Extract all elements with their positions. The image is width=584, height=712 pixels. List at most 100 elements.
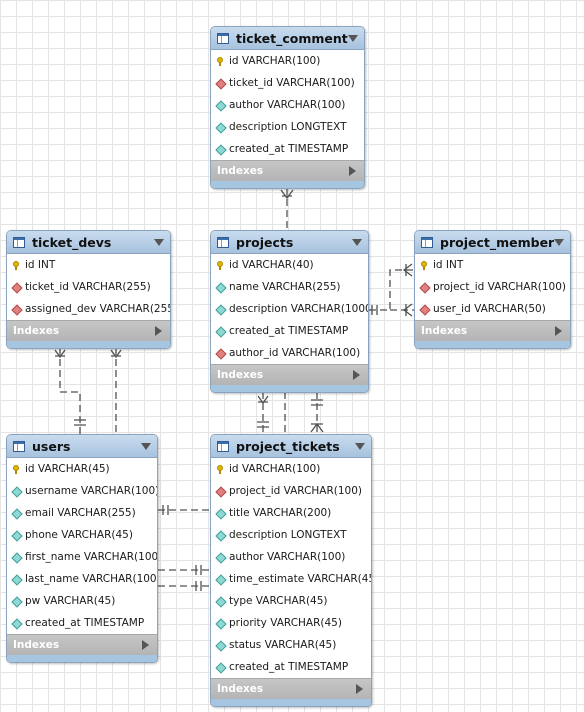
column-definition: username VARCHAR(100)	[25, 485, 158, 497]
table-users[interactable]: users id VARCHAR(45) username VARCHAR(100)…	[6, 434, 158, 663]
column-row[interactable]: project_id VARCHAR(100)	[211, 480, 371, 502]
indexes-label: Indexes	[13, 325, 60, 337]
table-footer-strip	[7, 341, 170, 348]
column-row[interactable]: type VARCHAR(45)	[211, 590, 371, 612]
indexes-section[interactable]: Indexes	[7, 320, 170, 341]
expand-arrow-icon[interactable]	[142, 640, 149, 650]
table-project-members[interactable]: project_membersid INT project_id VARCHAR(…	[414, 230, 571, 349]
table-header[interactable]: users	[7, 435, 157, 458]
indexes-section[interactable]: Indexes	[211, 678, 371, 699]
indexes-label: Indexes	[421, 325, 468, 337]
column-row[interactable]: created_at TIMESTAMP	[211, 656, 371, 678]
column-row[interactable]: user_id VARCHAR(50)	[415, 298, 570, 320]
table-name: project_tickets	[236, 438, 340, 454]
column-row[interactable]: id INT	[415, 254, 570, 276]
crowfoot-marker	[402, 303, 413, 317]
column-definition: author VARCHAR(100)	[229, 99, 346, 111]
column-row[interactable]: id VARCHAR(45)	[7, 458, 157, 480]
column-row[interactable]: last_name VARCHAR(100)	[7, 568, 157, 590]
table-header[interactable]: ticket_comments	[211, 27, 364, 50]
column-row[interactable]: created_at TIMESTAMP	[211, 320, 368, 342]
column-definition: id VARCHAR(100)	[229, 55, 321, 67]
collapse-arrow-icon[interactable]	[352, 238, 362, 246]
column-definition: id INT	[433, 259, 464, 271]
column-row[interactable]: id VARCHAR(100)	[211, 50, 364, 72]
column-icon	[12, 575, 21, 584]
column-row[interactable]: ticket_id VARCHAR(100)	[211, 72, 364, 94]
expand-arrow-icon[interactable]	[349, 166, 356, 176]
column-row[interactable]: author VARCHAR(100)	[211, 94, 364, 116]
primary-key-icon	[12, 464, 21, 474]
column-row[interactable]: author VARCHAR(100)	[211, 546, 371, 568]
table-icon	[421, 236, 433, 248]
column-icon	[216, 663, 225, 672]
column-row[interactable]: status VARCHAR(45)	[211, 634, 371, 656]
column-definition: id VARCHAR(40)	[229, 259, 314, 271]
expand-arrow-icon[interactable]	[356, 684, 363, 694]
foreign-key-icon	[216, 349, 225, 358]
indexes-section[interactable]: Indexes	[211, 364, 368, 385]
column-definition: title VARCHAR(200)	[229, 507, 332, 519]
foreign-key-icon	[216, 79, 225, 88]
column-definition: priority VARCHAR(45)	[229, 617, 342, 629]
table-header[interactable]: project_members	[415, 231, 570, 254]
column-row[interactable]: id VARCHAR(100)	[211, 458, 371, 480]
column-row[interactable]: priority VARCHAR(45)	[211, 612, 371, 634]
column-row[interactable]: time_estimate VARCHAR(45)	[211, 568, 371, 590]
table-header[interactable]: ticket_devs	[7, 231, 170, 254]
column-row[interactable]: description VARCHAR(1000)	[211, 298, 368, 320]
table-name: ticket_comments	[236, 30, 348, 46]
column-row[interactable]: name VARCHAR(255)	[211, 276, 368, 298]
table-name: users	[32, 438, 71, 454]
column-icon	[216, 619, 225, 628]
column-row[interactable]: email VARCHAR(255)	[7, 502, 157, 524]
column-definition: name VARCHAR(255)	[229, 281, 341, 293]
table-project-tickets[interactable]: project_ticketsid VARCHAR(100) project_id…	[210, 434, 372, 707]
column-row[interactable]: created_at TIMESTAMP	[7, 612, 157, 634]
column-definition: description LONGTEXT	[229, 529, 347, 541]
column-definition: status VARCHAR(45)	[229, 639, 337, 651]
column-definition: time_estimate VARCHAR(45)	[229, 573, 372, 585]
indexes-section[interactable]: Indexes	[415, 320, 570, 341]
column-definition: id INT	[25, 259, 56, 271]
column-definition: project_id VARCHAR(100)	[433, 281, 567, 293]
column-row[interactable]: pw VARCHAR(45)	[7, 590, 157, 612]
column-definition: ticket_id VARCHAR(255)	[25, 281, 151, 293]
column-row[interactable]: project_id VARCHAR(100)	[415, 276, 570, 298]
collapse-arrow-icon[interactable]	[348, 34, 358, 42]
expand-arrow-icon[interactable]	[353, 370, 360, 380]
column-row[interactable]: assigned_dev VARCHAR(255)	[7, 298, 170, 320]
table-header[interactable]: projects	[211, 231, 368, 254]
column-row[interactable]: description LONGTEXT	[211, 116, 364, 138]
column-row[interactable]: description LONGTEXT	[211, 524, 371, 546]
collapse-arrow-icon[interactable]	[554, 238, 564, 246]
column-row[interactable]: author_id VARCHAR(100)	[211, 342, 368, 364]
table-projects[interactable]: projects id VARCHAR(40) name VARCHAR(255) d…	[210, 230, 369, 393]
primary-key-icon	[216, 464, 225, 474]
indexes-section[interactable]: Indexes	[7, 634, 157, 655]
column-row[interactable]: title VARCHAR(200)	[211, 502, 371, 524]
column-icon	[216, 553, 225, 562]
column-row[interactable]: ticket_id VARCHAR(255)	[7, 276, 170, 298]
column-row[interactable]: username VARCHAR(100)	[7, 480, 157, 502]
table-header[interactable]: project_tickets	[211, 435, 371, 458]
column-definition: created_at TIMESTAMP	[229, 661, 349, 673]
column-definition: ticket_id VARCHAR(100)	[229, 77, 355, 89]
collapse-arrow-icon[interactable]	[141, 442, 151, 450]
column-row[interactable]: first_name VARCHAR(100)	[7, 546, 157, 568]
column-row[interactable]: id VARCHAR(40)	[211, 254, 368, 276]
column-row[interactable]: phone VARCHAR(45)	[7, 524, 157, 546]
expand-arrow-icon[interactable]	[155, 326, 162, 336]
table-footer-strip	[211, 699, 371, 706]
collapse-arrow-icon[interactable]	[355, 442, 365, 450]
collapse-arrow-icon[interactable]	[154, 238, 164, 246]
indexes-section[interactable]: Indexes	[211, 160, 364, 181]
column-icon	[216, 575, 225, 584]
primary-key-icon	[216, 56, 225, 66]
table-ticket-comments[interactable]: ticket_commentsid VARCHAR(100) ticket_id …	[210, 26, 365, 189]
expand-arrow-icon[interactable]	[555, 326, 562, 336]
table-ticket-devs[interactable]: ticket_devsid INT ticket_id VARCHAR(255) a…	[6, 230, 171, 349]
column-row[interactable]: id INT	[7, 254, 170, 276]
column-definition: description LONGTEXT	[229, 121, 347, 133]
column-row[interactable]: created_at TIMESTAMP	[211, 138, 364, 160]
